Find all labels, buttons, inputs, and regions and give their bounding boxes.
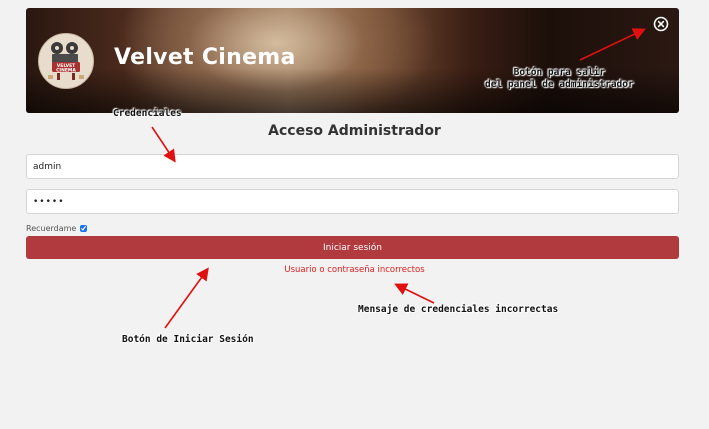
arrow-to-error [394, 283, 435, 304]
arrow-to-login-button [164, 267, 209, 329]
annotation-error-message: Mensaje de credenciales incorrectas [358, 304, 559, 315]
username-input[interactable] [26, 154, 679, 179]
password-input[interactable] [26, 189, 679, 214]
annotation-exit-button: Botón para salir del panel de administra… [485, 67, 634, 91]
film-camera-icon: VELVET CINEMA [48, 42, 84, 80]
svg-text:CINEMA: CINEMA [56, 68, 76, 74]
annotation-exit-line2: del panel de administrador [485, 79, 634, 90]
close-admin-button[interactable] [653, 16, 669, 32]
page-title: Acceso Administrador [268, 123, 441, 139]
annotation-login-button: Botón de Iniciar Sesión [122, 334, 254, 345]
brand-title: Velvet Cinema [114, 45, 296, 70]
remember-label: Recuerdame [26, 223, 77, 233]
annotation-exit-line1: Botón para salir [513, 67, 606, 78]
close-circle-icon [653, 16, 669, 32]
remember-me[interactable]: Recuerdame [26, 222, 88, 234]
annotation-credentials: Credenciales [113, 108, 182, 119]
header-banner: VELVET CINEMA Velvet Cinema [26, 8, 679, 113]
login-button[interactable]: Iniciar sesión [26, 236, 679, 259]
velvet-cinema-logo: VELVET CINEMA [38, 33, 94, 89]
error-message: Usuario o contraseña incorrectos [284, 265, 425, 275]
remember-checkbox[interactable] [80, 224, 88, 232]
